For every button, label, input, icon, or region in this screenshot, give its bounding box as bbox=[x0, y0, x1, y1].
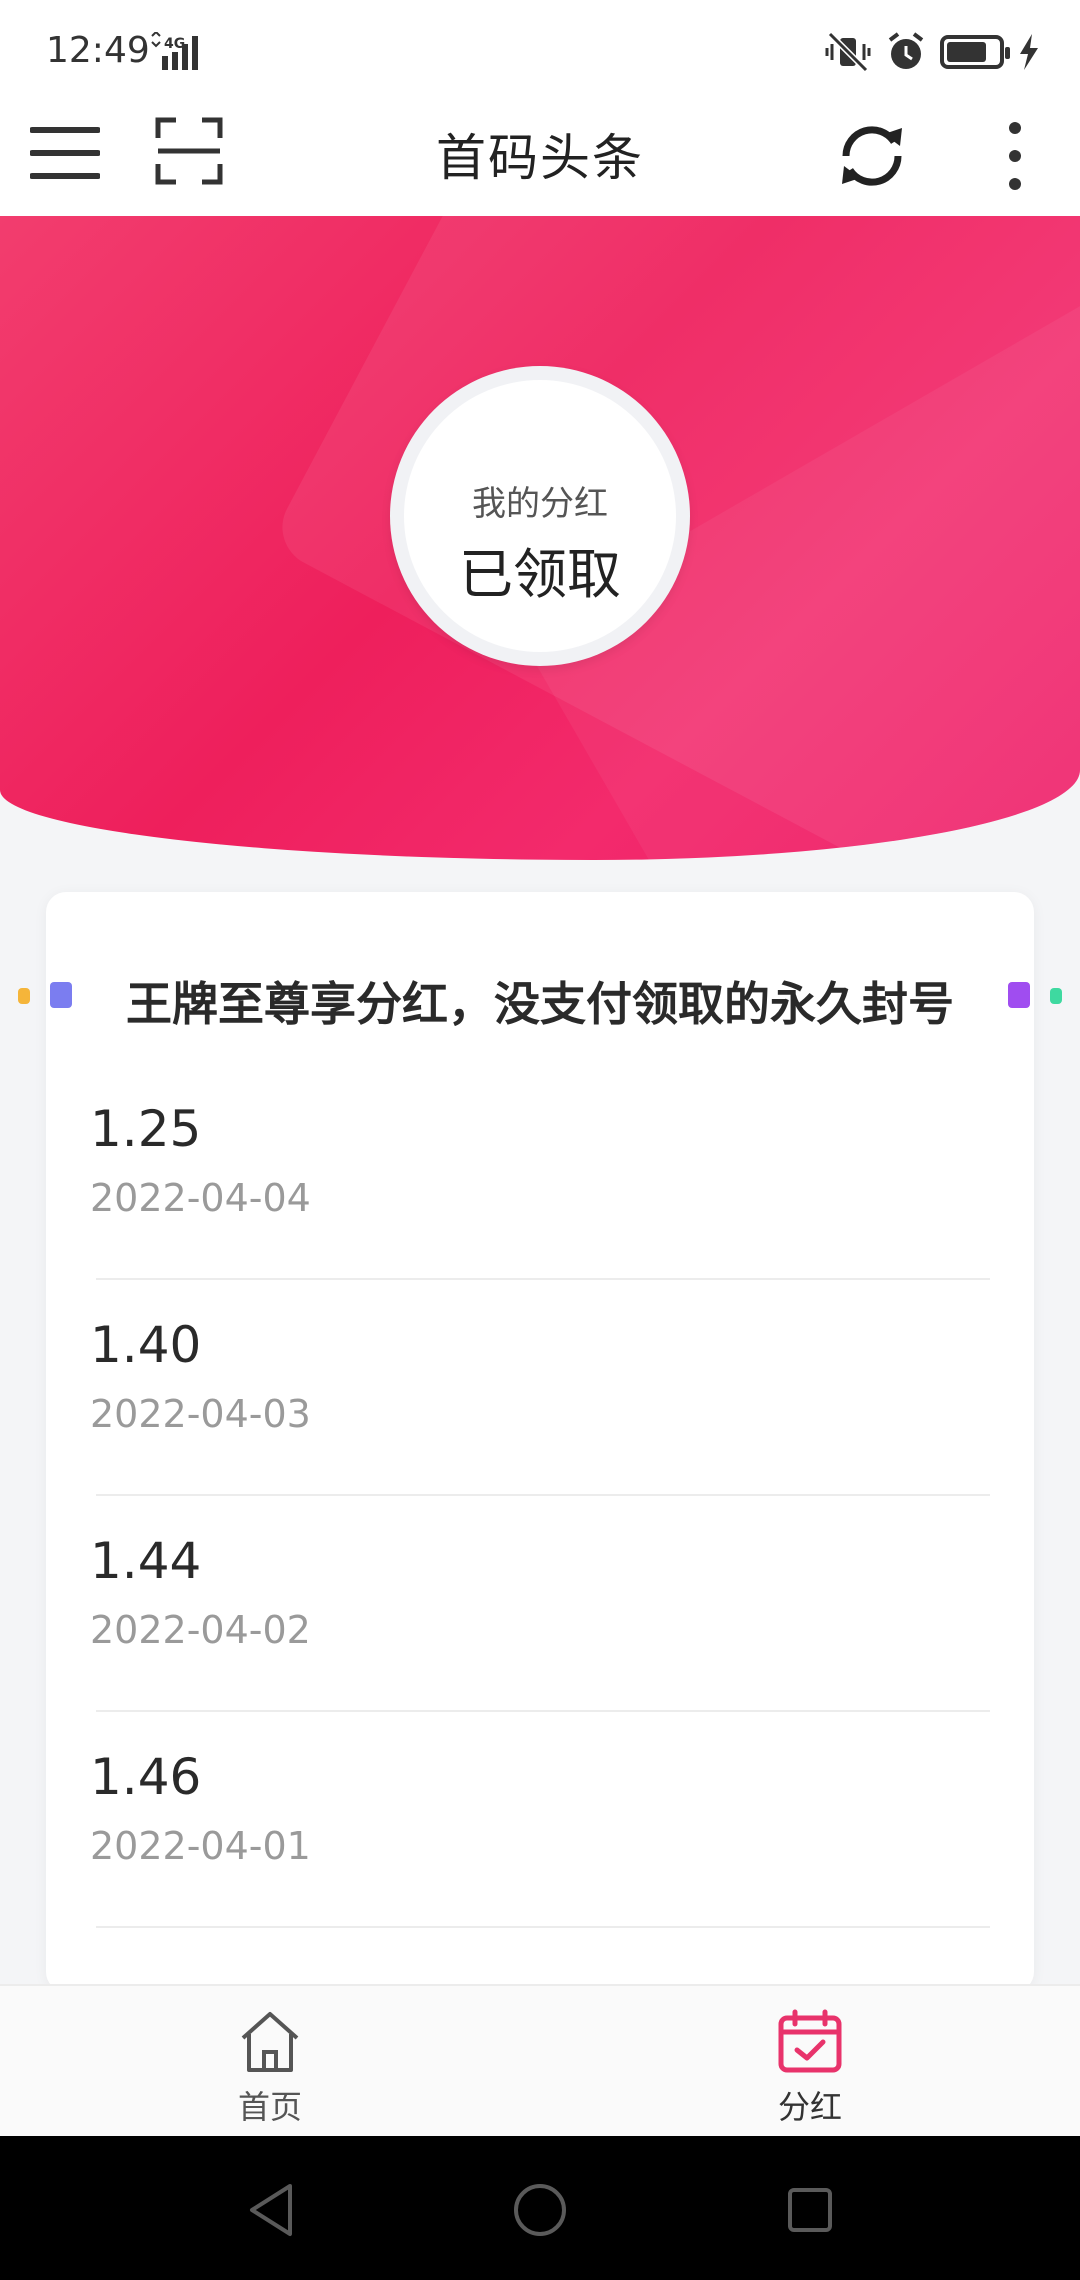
record-amount: 1.25 bbox=[90, 1100, 202, 1158]
calendar-check-icon bbox=[778, 2009, 842, 2073]
status-bar: 12:49 4G bbox=[0, 0, 1080, 104]
signal-4g-icon: 4G bbox=[151, 32, 198, 70]
vibrate-off-icon bbox=[825, 31, 871, 73]
bottom-nav: 首页 分红 bbox=[0, 1984, 1080, 2136]
decor-dot bbox=[1050, 988, 1062, 1004]
app-bar: 首码头条 bbox=[0, 104, 1080, 216]
nav-item-home[interactable]: 首页 bbox=[190, 2008, 350, 2128]
nav-label: 首页 bbox=[237, 2088, 302, 2126]
refresh-icon[interactable] bbox=[832, 116, 912, 196]
charging-icon bbox=[1020, 34, 1038, 70]
system-nav-bar bbox=[0, 2136, 1080, 2280]
bonus-status: 已领取 bbox=[459, 543, 621, 606]
alarm-icon bbox=[888, 32, 924, 69]
record-date: 2022-04-03 bbox=[90, 1392, 311, 1436]
back-icon[interactable] bbox=[246, 2182, 296, 2238]
battery-icon bbox=[940, 35, 1010, 69]
record-date: 2022-04-04 bbox=[90, 1176, 311, 1220]
list-item: 1.25 2022-04-04 bbox=[90, 1064, 990, 1280]
status-time: 12:49 bbox=[46, 30, 150, 71]
app-title: 首码头条 bbox=[436, 129, 644, 187]
list-item: 1.46 2022-04-01 bbox=[90, 1712, 990, 1928]
decor-dot bbox=[1008, 982, 1030, 1008]
divider bbox=[96, 1926, 990, 1928]
record-date: 2022-04-02 bbox=[90, 1608, 311, 1652]
home-circle-icon[interactable] bbox=[512, 2182, 568, 2238]
nav-item-bonus[interactable]: 分红 bbox=[730, 2008, 890, 2128]
bonus-status-circle[interactable]: 我的分红 已领取 bbox=[390, 366, 690, 666]
bonus-hero: 我的分红 已领取 bbox=[0, 216, 1080, 860]
record-amount: 1.46 bbox=[90, 1748, 202, 1806]
record-date: 2022-04-01 bbox=[90, 1824, 311, 1868]
list-item: 1.40 2022-04-03 bbox=[90, 1280, 990, 1496]
nav-label: 分红 bbox=[777, 2088, 842, 2126]
record-amount: 1.44 bbox=[90, 1532, 202, 1590]
recents-icon[interactable] bbox=[786, 2186, 834, 2234]
notice-banner: 王牌至尊享分红，没支付领取的永久封号 bbox=[0, 960, 1080, 1032]
home-icon bbox=[241, 2012, 299, 2072]
list-item: 1.44 2022-04-02 bbox=[90, 1496, 990, 1712]
bonus-label: 我的分红 bbox=[472, 484, 608, 524]
more-icon[interactable] bbox=[990, 118, 1040, 194]
notice-text: 王牌至尊享分红，没支付领取的永久封号 bbox=[126, 977, 954, 1031]
record-amount: 1.40 bbox=[90, 1316, 202, 1374]
status-icons bbox=[824, 30, 1040, 74]
